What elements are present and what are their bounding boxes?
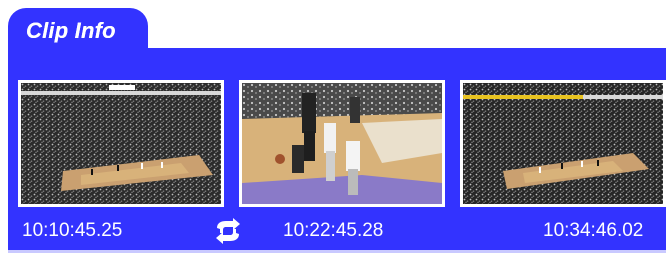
players-closeup-image	[242, 83, 442, 204]
timecode-end: 10:34:46.02	[543, 220, 644, 241]
clip-thumbnail-current[interactable]	[239, 80, 445, 207]
timecode-current: 10:22:45.28	[283, 220, 384, 241]
tab-title: Clip Info	[26, 18, 116, 43]
clip-info-panel: 10:10:45.25 10:22:45.28 10:34:46.02	[8, 48, 666, 250]
timecode-start: 10:10:45.25	[22, 220, 123, 241]
clip-info-tab[interactable]: Clip Info	[8, 8, 148, 52]
clip-thumbnail-start[interactable]	[18, 80, 224, 207]
swap-arrows-icon[interactable]	[211, 218, 245, 244]
clip-thumbnail-end[interactable]	[460, 80, 666, 207]
arena-wide-image	[463, 83, 663, 204]
panel-bottom-divider	[8, 250, 666, 253]
arena-wide-image	[21, 83, 221, 204]
